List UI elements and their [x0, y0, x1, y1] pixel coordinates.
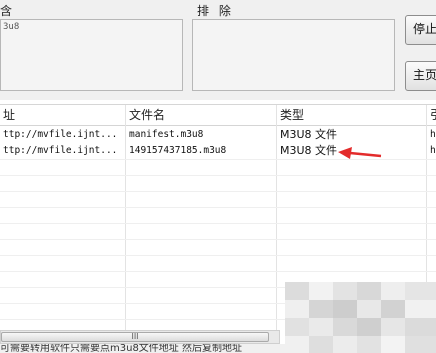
- home-button[interactable]: 主页: [405, 61, 436, 91]
- cell-extra: h: [430, 129, 436, 140]
- scrollbar-thumb[interactable]: III: [1, 332, 269, 342]
- row-divider: [0, 175, 436, 176]
- cell-filename: manifest.m3u8: [129, 129, 204, 140]
- stop-button-label: 停止: [413, 22, 436, 36]
- table-row[interactable]: ttp://mvfile.ijnt... manifest.m3u8 M3U8 …: [0, 127, 436, 143]
- status-text: 可需要转用软件只需要点m3u8文件地址 然后复制地址: [0, 344, 242, 353]
- arrow-head: [338, 147, 352, 159]
- row-divider: [0, 223, 436, 224]
- column-header-extra[interactable]: 引: [427, 105, 436, 125]
- scrollbar-grip-icon: III: [131, 332, 139, 341]
- include-group-label: 含: [0, 4, 16, 18]
- row-divider: [0, 255, 436, 256]
- column-header-address[interactable]: 址: [0, 105, 125, 125]
- cell-extra: h: [430, 145, 436, 156]
- table-header: 址 文件名 类型 引: [0, 105, 436, 126]
- cell-filename: 149157437185.m3u8: [129, 145, 227, 156]
- cell-type: M3U8 文件: [280, 128, 338, 141]
- arrow-shaft: [349, 151, 382, 158]
- include-filter-value: 3u8: [3, 22, 20, 32]
- include-filter-box[interactable]: 3u8: [0, 19, 183, 91]
- row-divider: [0, 239, 436, 240]
- column-header-filename[interactable]: 文件名: [126, 105, 276, 125]
- horizontal-scrollbar[interactable]: III: [0, 330, 280, 344]
- filter-panel: 含 3u8 排 除 停止 主页: [0, 0, 436, 100]
- column-header-type[interactable]: 类型: [277, 105, 427, 125]
- red-arrow-annotation: [338, 147, 382, 159]
- home-button-label: 主页: [413, 68, 436, 82]
- row-divider: [0, 207, 436, 208]
- row-divider: [0, 271, 436, 272]
- exclude-group-label: 排 除: [197, 4, 234, 18]
- watermark-mosaic: [285, 282, 436, 353]
- cell-address: ttp://mvfile.ijnt...: [3, 129, 118, 140]
- row-divider: [0, 191, 436, 192]
- stop-button[interactable]: 停止: [405, 15, 436, 45]
- cell-address: ttp://mvfile.ijnt...: [3, 145, 118, 156]
- exclude-filter-box[interactable]: [192, 19, 395, 91]
